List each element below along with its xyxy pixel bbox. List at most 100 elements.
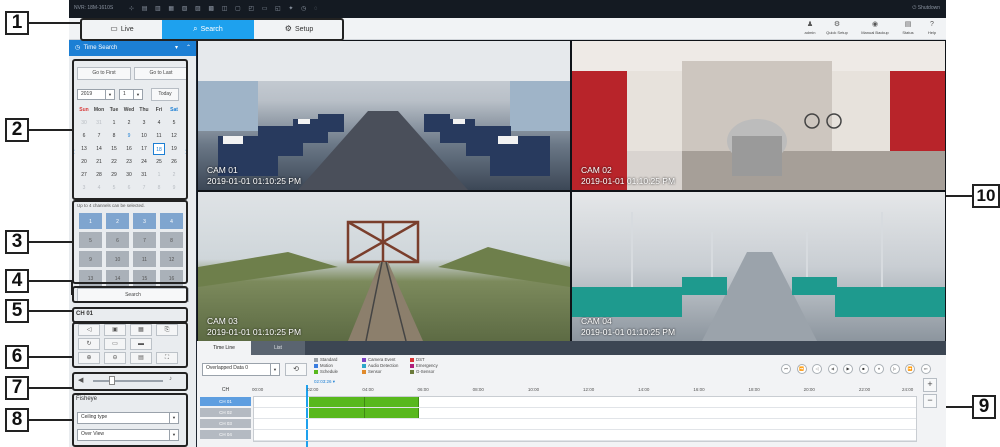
- railway-bridge-image: [198, 220, 570, 341]
- hour-label: 06:00: [417, 387, 429, 392]
- callout-line: [29, 387, 72, 389]
- legend-item: G-Sensor: [410, 369, 434, 374]
- hour-label: 00:00: [252, 387, 264, 392]
- tab-timeline[interactable]: Time Line: [197, 341, 251, 355]
- wrench-icon: ⚙: [833, 21, 841, 28]
- cursor-time: 02:03:26 ▾: [314, 379, 336, 384]
- quick-setup-button[interactable]: ⚙ Quick Setup: [821, 20, 853, 40]
- legend-swatch: [362, 369, 366, 374]
- legend-item: Sensor: [362, 369, 382, 374]
- help-icon: ?: [930, 21, 934, 28]
- ch-header: CH: [221, 387, 230, 393]
- camera-view-1[interactable]: CAM 01 2019-01-01 01:10:25 PM: [198, 41, 570, 190]
- camera-view-2[interactable]: CAM 02 2019-01-01 01:10:25 PM: [572, 41, 945, 190]
- help-button[interactable]: ? Help: [921, 20, 943, 40]
- row-divider: [254, 418, 916, 419]
- callout-box-7: [72, 372, 188, 391]
- device-title: NVR: 18M-1610S: [74, 5, 114, 11]
- timeline-channel-row[interactable]: CH 01: [200, 397, 251, 407]
- overlap-select[interactable]: Overlapped Data 0 ▼: [202, 363, 280, 376]
- cam-name: CAM 03: [207, 316, 238, 326]
- shutdown-button[interactable]: ⏻ Shutdown: [912, 5, 940, 11]
- first-frame-icon[interactable]: ⏮: [781, 364, 791, 374]
- legend-label: Sensor: [368, 369, 382, 374]
- system-strip: NVR: 18M-1610S ⊹ ▤ ▥ ▦ ▧ ▨ ▩ ◫ ▢ ◰ ▭ ◱ ✦…: [69, 0, 946, 18]
- timeline-channel-row[interactable]: CH 03: [200, 419, 251, 429]
- cam-timestamp: 2019-01-01 01:10:25 PM: [581, 176, 676, 186]
- hour-label: 20:00: [803, 387, 815, 392]
- time-search-header[interactable]: ◷ Time Search ▾ ⌃: [69, 40, 196, 56]
- camera-view-3[interactable]: CAM 03 2019-01-01 01:10:25 PM: [198, 192, 570, 341]
- clock-icon: ◷: [75, 45, 81, 51]
- legend-item: Standard: [314, 357, 337, 362]
- callout-5: 5: [5, 299, 29, 323]
- callout-box-4: [72, 286, 188, 303]
- legend-label: Schedule: [320, 369, 338, 374]
- callout-line: [29, 129, 72, 131]
- cam-name: CAM 01: [207, 165, 238, 175]
- play-icon[interactable]: ▶: [843, 364, 853, 374]
- collapse-icon[interactable]: ⌃: [186, 40, 191, 56]
- hour-label: 14:00: [638, 387, 650, 392]
- hour-label: 08:00: [472, 387, 484, 392]
- rewind-icon[interactable]: ⏪: [796, 364, 807, 374]
- manual-backup-button[interactable]: ◉ Manual Backup: [857, 20, 893, 40]
- zoom-in-button[interactable]: +: [923, 378, 937, 392]
- callout-7: 7: [5, 376, 29, 400]
- step-forward-icon[interactable]: ▷: [889, 364, 900, 374]
- legend-label: Audio Detection: [368, 363, 399, 368]
- cam-timestamp: 2019-01-01 01:10:25 PM: [581, 327, 676, 337]
- hour-label: 02:00: [307, 387, 319, 392]
- cam-name: CAM 04: [581, 316, 612, 326]
- legend-swatch: [410, 369, 414, 374]
- callout-line: [29, 419, 72, 421]
- legend-label: Camera Event: [368, 357, 396, 362]
- timeline-tabbar: [197, 341, 946, 355]
- time-cursor[interactable]: [306, 385, 308, 447]
- nvr-screen: NVR: 18M-1610S ⊹ ▤ ▥ ▦ ▧ ▨ ▩ ◫ ▢ ◰ ▭ ◱ ✦…: [69, 0, 946, 447]
- hour-label: 24:00: [902, 387, 914, 392]
- backup-icon: ◉: [871, 21, 879, 28]
- zoom-out-button[interactable]: −: [923, 394, 937, 408]
- legend-item: Motion: [314, 363, 333, 368]
- legend-label: G-Sensor: [416, 369, 435, 374]
- hour-label: 10:00: [527, 387, 540, 392]
- last-frame-icon[interactable]: ⏭: [920, 364, 931, 374]
- callout-line: [946, 406, 972, 408]
- legend-item: Schedule: [314, 369, 338, 374]
- segment-divider: [364, 408, 366, 418]
- callout-6: 6: [5, 345, 29, 369]
- sync-icon[interactable]: ⟲: [285, 363, 307, 376]
- status-button[interactable]: ▤ Status: [897, 20, 919, 40]
- legend-swatch: [362, 363, 366, 368]
- legend-item: Emergency: [410, 363, 438, 368]
- legend-label: Emergency: [416, 363, 438, 368]
- cam-timestamp: 2019-01-01 01:10:25 PM: [207, 327, 302, 337]
- subway-car-image: [572, 41, 945, 190]
- camera-view-4[interactable]: CAM 04 2019-01-01 01:10:25 PM: [572, 192, 945, 341]
- legend-swatch: [410, 363, 414, 368]
- system-icons: ⊹ ▤ ▥ ▦ ▧ ▨ ▩ ◫ ▢ ◰ ▭ ◱ ✦ ◷ ◌: [129, 6, 321, 12]
- callout-9: 9: [972, 395, 996, 419]
- step-back-icon[interactable]: ◁: [812, 364, 822, 374]
- legend-label: DST: [416, 357, 425, 362]
- user-icon: ♟: [806, 21, 814, 28]
- legend-swatch: [410, 357, 414, 362]
- tab-list[interactable]: List: [251, 341, 305, 355]
- callout-box-2: [72, 59, 188, 200]
- pause-icon[interactable]: ⏸: [874, 364, 884, 374]
- timeline-channel-row[interactable]: CH 04: [200, 430, 251, 440]
- reverse-play-icon[interactable]: ◀: [827, 364, 838, 374]
- legend-item: Camera Event: [362, 357, 395, 362]
- stop-icon[interactable]: ■: [858, 364, 869, 374]
- callout-4: 4: [5, 269, 29, 293]
- legend-label: Motion: [320, 363, 333, 368]
- timeline-channel-row[interactable]: CH 02: [200, 408, 251, 418]
- callout-box-5: [72, 307, 188, 323]
- legend-label: Standard: [320, 357, 338, 362]
- legend-swatch: [362, 357, 366, 362]
- admin-button[interactable]: ♟ admin: [797, 20, 823, 40]
- callout-8: 8: [5, 408, 29, 432]
- fast-forward-icon[interactable]: ⏩: [905, 364, 915, 374]
- callout-box-6: [72, 322, 188, 368]
